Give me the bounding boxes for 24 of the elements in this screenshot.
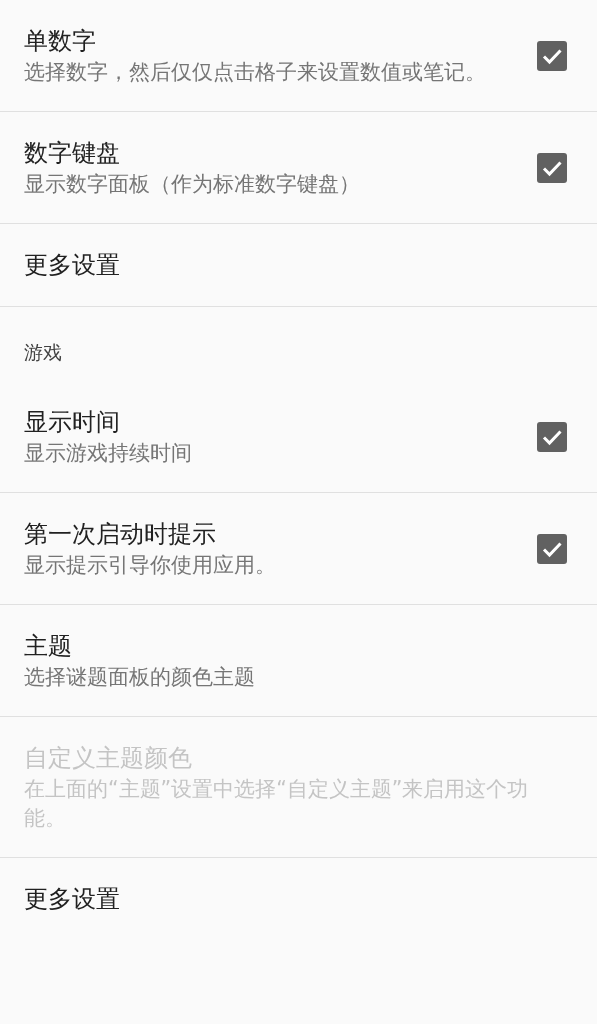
setting-item[interactable]: 单数字 选择数字，然后仅仅点击格子来设置数值或笔记。 [0,0,597,112]
category-header: 游戏 [24,340,63,365]
setting-title: 更多设置 [24,250,121,281]
setting-title: 单数字 [24,26,97,57]
setting-title: 显示时间 [24,407,121,438]
checkbox[interactable] [537,152,567,183]
setting-item[interactable]: 更多设置 [0,858,597,940]
setting-summary: 选择谜题面板的颜色主题 [24,664,256,691]
setting-item[interactable]: 主题 选择谜题面板的颜色主题 [0,605,597,717]
setting-title: 数字键盘 [24,138,121,169]
setting-summary: 显示数字面板（作为标准数字键盘） [24,171,361,198]
checkbox[interactable] [537,421,567,452]
setting-title: 更多设置 [24,884,121,915]
checkbox[interactable] [537,533,567,564]
setting-title: 主题 [24,631,73,662]
setting-item[interactable]: 显示时间 显示游戏持续时间 [0,381,597,493]
setting-summary: 选择数字，然后仅仅点击格子来设置数值或笔记。 [24,59,487,86]
setting-item[interactable]: 更多设置 [0,224,597,307]
setting-item[interactable]: 第一次启动时提示 显示提示引导你使用应用。 [0,493,597,605]
setting-title: 第一次启动时提示 [24,519,217,550]
setting-item[interactable]: 数字键盘 显示数字面板（作为标准数字键盘） [0,112,597,224]
setting-summary: 显示提示引导你使用应用。 [24,552,277,579]
setting-summary: 显示游戏持续时间 [24,440,193,467]
checkbox[interactable] [537,40,567,71]
